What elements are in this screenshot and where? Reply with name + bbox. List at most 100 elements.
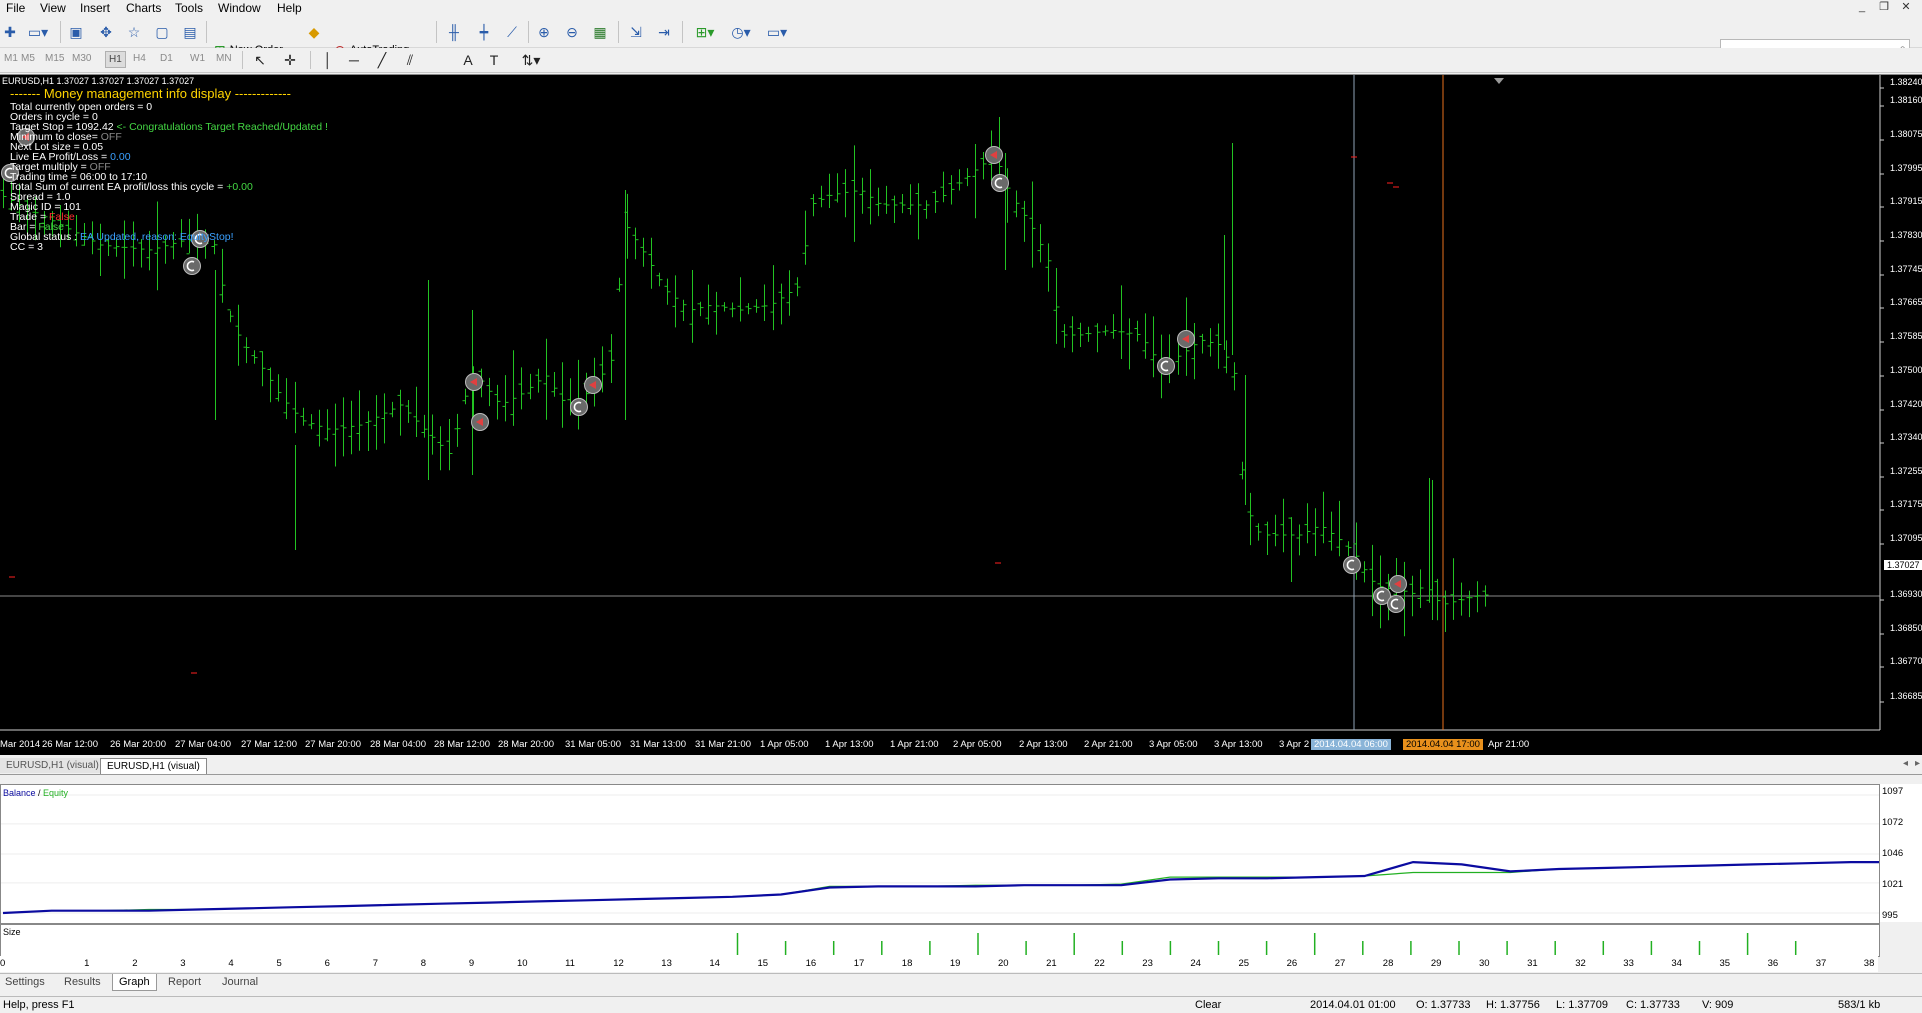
equity-line <box>2 861 1879 914</box>
time-label: 28 Mar 20:00 <box>498 739 554 750</box>
profiles-icon[interactable]: ▭▾ <box>24 21 52 43</box>
balance-equity-graph: Balance / Equity <box>0 784 1880 924</box>
graph-x-label: 20 <box>998 958 1009 969</box>
menu-bar: File View Insert Charts Tools Window Hel… <box>0 0 1922 16</box>
timeframe-h4[interactable]: H4 <box>133 53 146 64</box>
time-label: 31 Mar 21:00 <box>695 739 751 750</box>
close-icon[interactable]: ✕ <box>1898 1 1914 13</box>
price-label: 1.37340 <box>1890 432 1922 442</box>
horizontal-line-icon[interactable]: ─ <box>344 49 364 71</box>
tab-report[interactable]: Report <box>168 976 201 988</box>
graph-y-label: 1072 <box>1882 817 1904 828</box>
graph-y-label: 995 <box>1882 910 1898 921</box>
legend-equity: Equity <box>43 788 69 798</box>
time-label: 2 Apr 13:00 <box>1019 739 1068 750</box>
menu-file[interactable]: File <box>6 1 25 15</box>
arrows-icon[interactable]: ⇅▾ <box>516 49 546 71</box>
line-chart-icon[interactable]: ⟋ <box>502 21 522 43</box>
timeframe-mn[interactable]: MN <box>216 53 232 64</box>
vertical-line-icon[interactable]: │ <box>318 49 338 71</box>
autoscroll-icon[interactable]: ⇥ <box>654 21 674 43</box>
indicators-icon[interactable]: ⊞▾ <box>690 21 720 43</box>
price-label: 1.37585 <box>1890 331 1922 341</box>
timeframe-m15[interactable]: M15 <box>45 53 64 64</box>
chart-tab-active[interactable]: EURUSD,H1 (visual) <box>100 758 207 774</box>
tab-scroll-left-icon[interactable]: ◂ <box>1903 758 1908 769</box>
text-label-icon[interactable]: A <box>458 49 478 71</box>
templates-icon[interactable]: ▭▾ <box>762 21 792 43</box>
size-label: Size <box>3 927 21 937</box>
restore-icon[interactable]: ❐ <box>1876 1 1892 13</box>
tab-results[interactable]: Results <box>64 976 101 988</box>
graph-x-label: 26 <box>1286 958 1298 969</box>
menu-insert[interactable]: Insert <box>80 1 110 15</box>
timeframe-d1[interactable]: D1 <box>160 53 173 64</box>
graph-x-label: 4 <box>228 958 234 969</box>
price-label: 1.38240 <box>1890 77 1922 87</box>
tab-settings[interactable]: Settings <box>5 976 45 988</box>
tab-graph[interactable]: Graph <box>112 974 157 991</box>
tab-journal[interactable]: Journal <box>222 976 258 988</box>
trade-marker <box>471 413 489 431</box>
price-chart[interactable]: EURUSD,H1 1.37027 1.37027 1.37027 1.3702… <box>0 74 1922 755</box>
trendline-icon[interactable]: ╱ <box>372 49 392 71</box>
timeframe-m30[interactable]: M30 <box>72 53 91 64</box>
tile-windows-icon[interactable]: ▦ <box>590 21 610 43</box>
price-label: 1.37745 <box>1890 264 1922 274</box>
time-label: 28 Mar 04:00 <box>370 739 426 750</box>
trade-marker <box>985 146 1003 164</box>
time-label: 31 Mar 13:00 <box>630 739 686 750</box>
size-histogram: Size <box>0 924 1880 957</box>
tester-icon[interactable]: ▤ <box>180 21 200 43</box>
graph-x-label: 25 <box>1238 958 1250 969</box>
time-label: 3 Apr 13:00 <box>1214 739 1263 750</box>
bar-chart-icon[interactable]: ╫ <box>444 21 464 43</box>
balance-line <box>2 860 1879 915</box>
timeframe-h1[interactable]: H1 <box>105 51 126 68</box>
price-label: 1.37665 <box>1890 297 1922 307</box>
periods-icon[interactable]: ◷▾ <box>726 21 756 43</box>
status-high: H: 1.37756 <box>1486 999 1540 1011</box>
crosshair-icon[interactable]: ✛ <box>280 49 300 71</box>
channel-icon[interactable]: ⫽ <box>400 49 420 71</box>
graph-x-label: 35 <box>1719 958 1731 969</box>
new-chart-icon[interactable]: ✚ <box>2 21 18 43</box>
graph-x-label: 8 <box>420 958 427 969</box>
price-label: 1.37255 <box>1890 466 1922 476</box>
text-box-icon[interactable]: T <box>484 49 504 71</box>
cursor-icon[interactable]: ↖ <box>250 49 270 71</box>
time-label: Apr 21:00 <box>1488 739 1530 750</box>
zoom-in-icon[interactable]: ⊕ <box>534 21 554 43</box>
zoom-out-icon[interactable]: ⊖ <box>562 21 582 43</box>
chart-tab[interactable]: EURUSD,H1 (visual) <box>0 758 105 773</box>
data-window-icon[interactable]: ☆ <box>124 21 144 43</box>
status-datetime: 2014.04.01 01:00 <box>1310 999 1396 1011</box>
menu-tools[interactable]: Tools <box>175 1 203 15</box>
chart-tabs: EURUSD,H1 (visual) EURUSD,H1 (visual) ◂ … <box>0 757 1922 775</box>
candlestick-icon[interactable]: ┿ <box>474 21 494 43</box>
metaeditor-icon[interactable]: ◆ <box>304 21 324 43</box>
graph-x-label: 15 <box>757 958 769 969</box>
menu-window[interactable]: Window <box>218 1 261 15</box>
trade-marker <box>183 257 201 275</box>
chart-shift-icon[interactable]: ⇲ <box>626 21 646 43</box>
graph-x-label: 12 <box>613 958 624 969</box>
trade-marker <box>465 373 483 391</box>
terminal-icon[interactable]: ▢ <box>152 21 172 43</box>
menu-charts[interactable]: Charts <box>126 1 161 15</box>
timeframe-m1[interactable]: M1 <box>4 53 18 64</box>
graph-x-label: 28 <box>1382 958 1394 969</box>
trade-marker <box>584 376 602 394</box>
menu-help[interactable]: Help <box>277 1 302 15</box>
minimize-icon[interactable]: _ <box>1854 1 1870 13</box>
graph-x-label: 14 <box>709 958 720 969</box>
price-label: 1.36930 <box>1890 589 1922 599</box>
graph-x-label: 19 <box>949 958 961 969</box>
tab-scroll-right-icon[interactable]: ▸ <box>1915 758 1920 769</box>
info-title: ------- Money management info display --… <box>10 86 291 101</box>
navigator-icon[interactable]: ✥ <box>96 21 116 43</box>
timeframe-w1[interactable]: W1 <box>190 53 205 64</box>
menu-view[interactable]: View <box>40 1 66 15</box>
timeframe-m5[interactable]: M5 <box>21 53 35 64</box>
market-watch-icon[interactable]: ▣ <box>66 21 86 43</box>
